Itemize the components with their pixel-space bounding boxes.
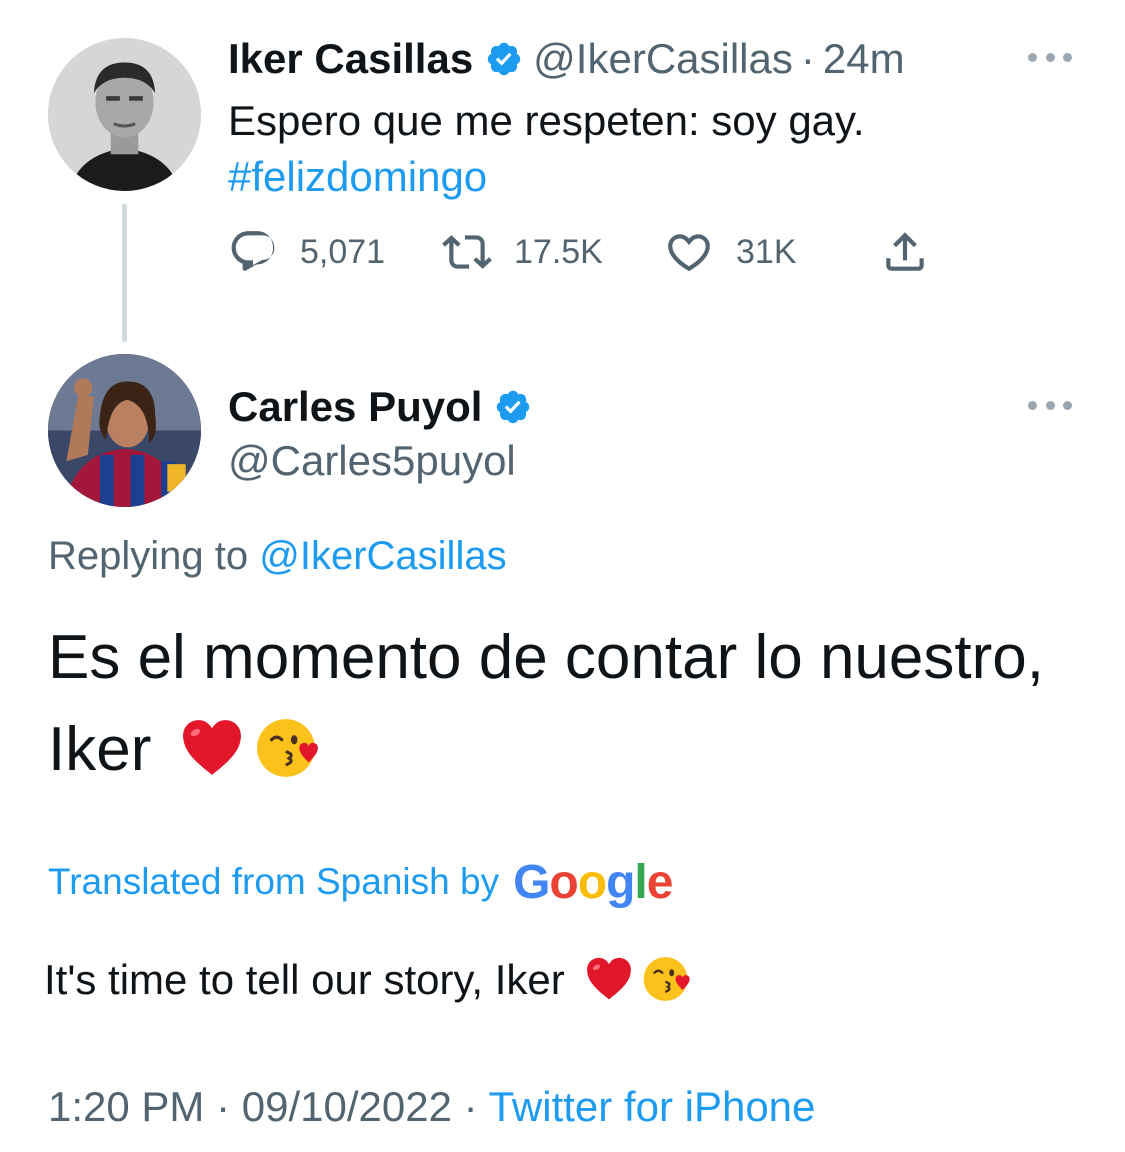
tweet-action-bar: 5,071 17.5K 31K (228, 224, 948, 280)
tweet-footer: 1:20 PM · 09/10/2022 · Twitter for iPhon… (48, 1078, 815, 1136)
reply-count: 5,071 (300, 232, 386, 271)
retweet-count: 17.5K (514, 232, 603, 271)
replying-to-line: Replying to @IkerCasillas (48, 530, 507, 582)
retweet-icon (442, 235, 492, 269)
reply-tweet-text: Es el momento de contar lo nuestro, Iker (48, 612, 1088, 796)
reply-text-line-2: Iker (48, 715, 152, 784)
translated-label: Translated from Spanish by (48, 861, 500, 902)
face-blowing-kiss-emoji (255, 715, 321, 781)
reply-icon (231, 231, 275, 271)
tweet-time[interactable]: 1:20 PM (48, 1083, 204, 1130)
google-letter-1: G (513, 855, 550, 909)
like-button[interactable]: 31K (664, 224, 797, 280)
like-count: 31K (736, 232, 797, 271)
google-letter-5: l (634, 855, 647, 909)
header-separator: · (800, 35, 815, 82)
more-icon[interactable] (1028, 398, 1072, 412)
parent-tweet-text: Espero que me respeten: soy gay. (228, 97, 865, 144)
tweet-thread-screen: Iker Casillas @IkerCasillas · 24m Espero… (0, 0, 1125, 1152)
parent-tweet-header: Iker Casillas @IkerCasillas · 24m (228, 32, 905, 86)
google-letter-4: g (606, 855, 635, 909)
retweet-button[interactable]: 17.5K (442, 224, 603, 280)
footer-separator-2: · (463, 1083, 478, 1130)
share-button[interactable] (880, 224, 930, 280)
reply-text-line-1: Es el momento de contar lo nuestro, (48, 623, 1044, 692)
parent-tweet-hashtag[interactable]: #felizdomingo (228, 148, 487, 206)
parent-tweet-time[interactable]: 24m (823, 35, 905, 83)
face-blowing-kiss-emoji (642, 954, 692, 1004)
translated-text: It's time to tell our story, Iker (44, 948, 692, 1012)
replying-to-handle[interactable]: @IkerCasillas (259, 534, 506, 578)
reply-button[interactable]: 5,071 (228, 224, 385, 280)
verified-badge-icon (485, 40, 523, 78)
translation-body: It's time to tell our story, Iker (44, 956, 565, 1003)
red-heart-emoji (584, 954, 634, 1004)
red-heart-emoji (179, 715, 245, 781)
google-logo: Google (513, 855, 674, 910)
parent-author-handle[interactable]: @IkerCasillas (533, 35, 793, 83)
tweet-date[interactable]: 09/10/2022 (242, 1083, 452, 1130)
thread-connector-line (122, 204, 127, 342)
reply-avatar[interactable] (48, 354, 201, 507)
share-icon (886, 232, 924, 271)
parent-avatar[interactable] (48, 38, 201, 191)
more-icon[interactable] (1028, 50, 1072, 64)
footer-separator-1: · (216, 1083, 231, 1130)
reply-author-name[interactable]: Carles Puyol (228, 383, 482, 431)
reply-header: Carles Puyol (228, 380, 542, 434)
reply-author-handle[interactable]: @Carles5puyol (228, 434, 516, 488)
tweet-source-link[interactable]: Twitter for iPhone (489, 1083, 816, 1130)
replying-to-label: Replying to (48, 534, 249, 578)
verified-badge-icon (494, 388, 532, 426)
heart-icon (668, 234, 710, 272)
google-letter-6: e (646, 855, 674, 909)
translated-by-line[interactable]: Translated from Spanish by Google (48, 852, 674, 912)
google-letter-2: o (549, 855, 578, 909)
parent-author-name[interactable]: Iker Casillas (228, 35, 473, 83)
google-letter-3: o (577, 855, 607, 909)
